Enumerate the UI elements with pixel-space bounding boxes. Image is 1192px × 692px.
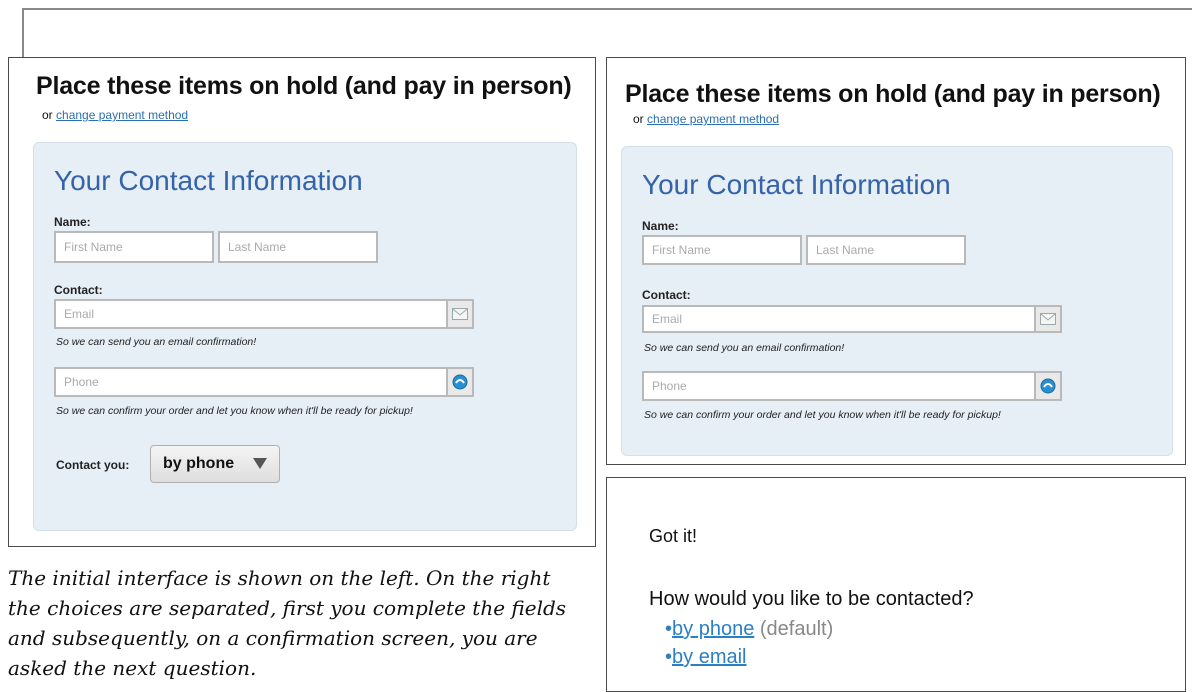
dropdown-arrow-icon	[253, 458, 267, 469]
frame-top-line	[22, 8, 1192, 10]
last-name-input[interactable]: Last Name	[806, 235, 966, 265]
got-it-text: Got it!	[649, 526, 698, 546]
phone-input[interactable]: Phone	[642, 371, 1036, 401]
form-heading: Your Contact Information	[642, 169, 951, 200]
last-name-input[interactable]: Last Name	[218, 231, 378, 263]
phone-globe-icon[interactable]	[1034, 371, 1062, 401]
change-payment-link[interactable]: change payment method	[56, 108, 188, 122]
envelope-icon[interactable]	[446, 299, 474, 329]
by-phone-link[interactable]: by phone	[672, 618, 754, 640]
name-label: Name:	[642, 219, 679, 233]
name-label: Name:	[54, 215, 91, 229]
right-panel-title: Place these items on hold (and pay in pe…	[625, 80, 1161, 108]
phone-globe-icon[interactable]	[446, 367, 474, 397]
left-panel-title: Place these items on hold (and pay in pe…	[36, 72, 572, 100]
by-email-link[interactable]: by email	[672, 646, 746, 668]
phone-help-text: So we can confirm your order and let you…	[56, 405, 413, 417]
phone-help-text: So we can confirm your order and let you…	[644, 409, 1001, 421]
sub-prefix: or	[42, 108, 53, 122]
contact-question: How would you like to be contacted?	[649, 588, 974, 610]
confirmation-panel: Got it! How would you like to be contact…	[606, 477, 1186, 692]
email-input[interactable]: Email	[642, 305, 1036, 333]
contact-form-box: Your Contact Information Name: First Nam…	[621, 146, 1173, 456]
right-panel: Place these items on hold (and pay in pe…	[606, 57, 1186, 465]
bullet: •	[665, 618, 673, 640]
bullet: •	[665, 646, 673, 668]
first-name-input[interactable]: First Name	[642, 235, 802, 265]
left-panel: Place these items on hold (and pay in pe…	[8, 57, 596, 547]
option-by-phone[interactable]: •by phone (default)	[665, 618, 833, 641]
form-heading: Your Contact Information	[54, 165, 363, 196]
email-help-text: So we can send you an email confirmation…	[644, 342, 845, 354]
email-help-text: So we can send you an email confirmation…	[56, 336, 257, 348]
right-panel-subtitle: or change payment method	[633, 112, 779, 126]
sub-prefix: or	[633, 112, 644, 126]
first-name-input[interactable]: First Name	[54, 231, 214, 263]
left-panel-subtitle: or change payment method	[42, 108, 188, 122]
contact-method-select[interactable]: by phone	[150, 445, 280, 483]
contact-method-value: by phone	[163, 455, 235, 472]
contact-label: Contact:	[642, 288, 691, 302]
envelope-icon[interactable]	[1034, 305, 1062, 333]
figure-caption: The initial interface is shown on the le…	[8, 566, 567, 680]
email-input[interactable]: Email	[54, 299, 448, 329]
default-note: (default)	[759, 618, 834, 640]
option-by-email[interactable]: •by email	[665, 646, 747, 669]
phone-input[interactable]: Phone	[54, 367, 448, 397]
contact-you-label: Contact you:	[56, 458, 130, 472]
contact-form-box: Your Contact Information Name: First Nam…	[33, 142, 577, 531]
change-payment-link[interactable]: change payment method	[647, 112, 779, 126]
contact-label: Contact:	[54, 283, 103, 297]
